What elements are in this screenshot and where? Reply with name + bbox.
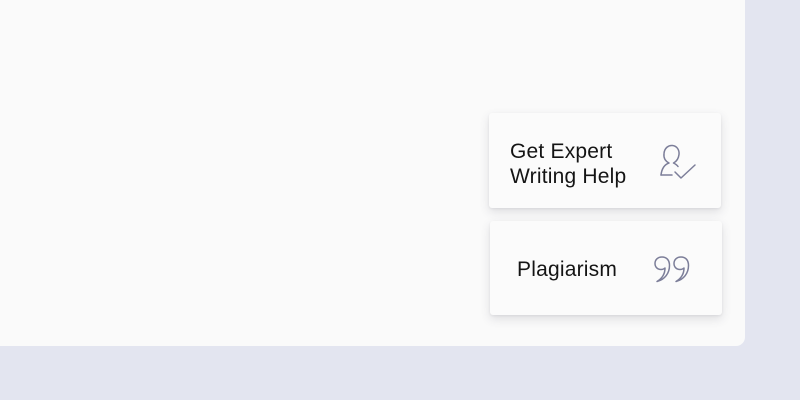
quote-icon bbox=[654, 256, 690, 283]
plagiarism-label: Plagiarism bbox=[517, 258, 618, 281]
plagiarism-button[interactable]: Plagiarism bbox=[490, 221, 722, 315]
expert-writing-help-label-line-2: Writing Help bbox=[510, 165, 627, 188]
user-check-icon bbox=[660, 144, 696, 179]
expert-writing-help-label: Get Expert Writing Help bbox=[510, 139, 626, 189]
expert-writing-help-button[interactable]: Get Expert Writing Help bbox=[489, 113, 721, 208]
expert-writing-help-label-line-1: Get Expert bbox=[510, 140, 613, 163]
